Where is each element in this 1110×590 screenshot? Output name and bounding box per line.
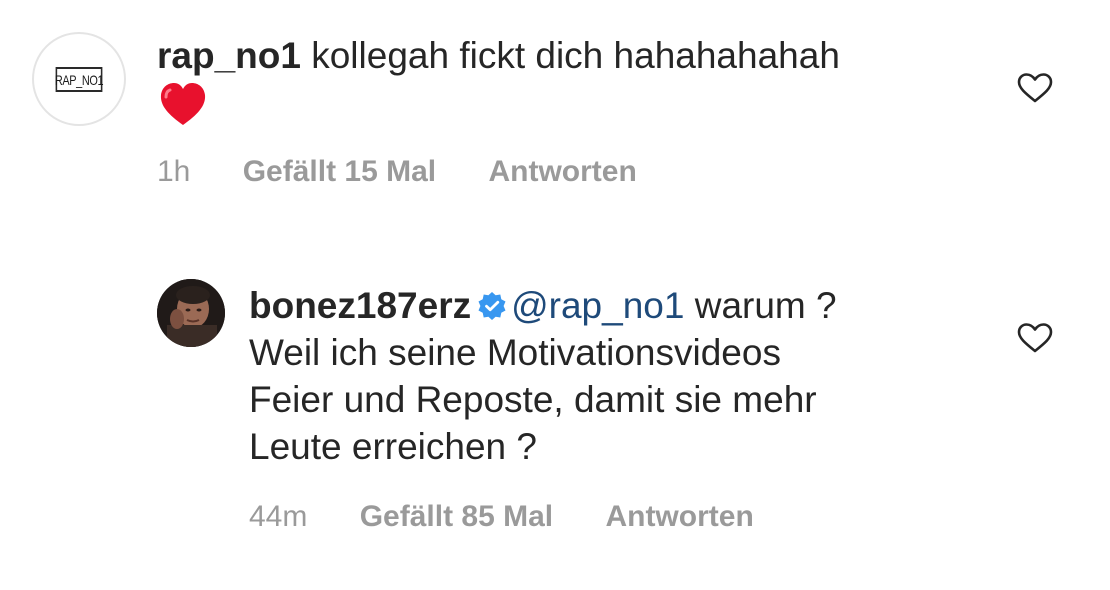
heart-outline-icon[interactable] <box>1017 322 1053 354</box>
comment-text: kollegah fickt dich hahahahahah <box>311 35 840 76</box>
reply-username[interactable]: bonez187erz <box>249 285 471 326</box>
verified-badge-icon <box>478 292 506 320</box>
reply-reply-button[interactable]: Antworten <box>605 500 753 533</box>
reply-line-2: Weil ich seine Motivationsvideos <box>249 332 781 373</box>
reply-line-4: Leute erreichen ? <box>249 426 537 467</box>
reply-button[interactable]: Antworten <box>488 155 636 188</box>
reply-likes-count-link[interactable]: Gefällt 85 Mal <box>360 500 553 533</box>
reply-meta: 44m Gefällt 85 Mal Antworten <box>249 500 754 534</box>
comment-meta: 1h Gefällt 15 Mal Antworten <box>157 155 637 189</box>
comment-time: 1h <box>157 155 191 188</box>
profile-photo-image <box>157 279 225 347</box>
reply-text-block: bonez187erz @rap_no1 warum ? Weil ich se… <box>249 282 837 470</box>
red-heart-emoji <box>160 83 206 125</box>
reply-line-3: Feier und Reposte, damit sie mehr <box>249 379 817 420</box>
heart-outline-icon[interactable] <box>1017 72 1053 104</box>
reply-line-1: bonez187erz @rap_no1 warum ? <box>249 282 837 329</box>
reply-text-line1: warum ? <box>694 285 837 326</box>
likes-count-link[interactable]: Gefällt 15 Mal <box>243 155 436 188</box>
comment-text-block: rap_no1 kollegah fickt dich hahahahahah <box>157 32 840 79</box>
avatar-bonez187erz[interactable] <box>157 279 225 347</box>
avatar-rap-no1[interactable]: RAP_NO1 <box>32 32 126 126</box>
mention-link[interactable]: @rap_no1 <box>511 285 684 326</box>
reply-time: 44m <box>249 500 308 533</box>
rap-no1-logo: RAP_NO1 <box>55 67 104 92</box>
comment-username[interactable]: rap_no1 <box>157 35 301 76</box>
